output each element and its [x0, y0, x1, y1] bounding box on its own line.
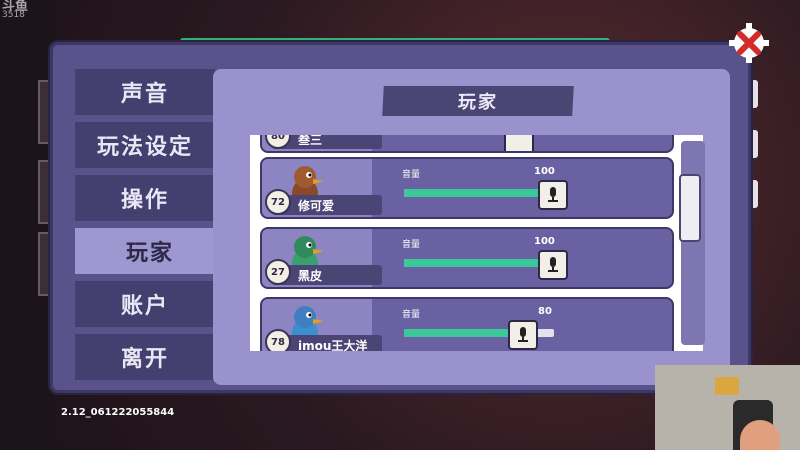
- content-title: 玩家: [382, 86, 574, 116]
- menu-label: 玩家: [125, 241, 174, 266]
- list-scrollbar-track[interactable]: [681, 141, 705, 345]
- volume-label: 音量: [402, 310, 421, 320]
- menu-label: 账户: [120, 294, 169, 319]
- volume-label: 音量: [402, 170, 421, 180]
- level-badge: 72: [265, 189, 291, 215]
- mic-button[interactable]: [504, 135, 534, 151]
- mic-button[interactable]: [508, 320, 538, 350]
- menu-controls[interactable]: 操作: [75, 175, 215, 221]
- player-row-partial: 80 叁三: [260, 135, 674, 153]
- mic-button[interactable]: [538, 250, 568, 280]
- volume-fill: [404, 259, 554, 267]
- level-badge: 78: [265, 329, 291, 351]
- close-settings-icon[interactable]: [728, 22, 770, 64]
- menu-account[interactable]: 账户: [75, 281, 215, 327]
- level-badge: 27: [265, 259, 291, 285]
- player-name: 叁三: [298, 135, 323, 147]
- volume-value: 80: [538, 306, 552, 317]
- player-row: 72 修可爱 音量 100: [260, 157, 674, 219]
- microphone-icon: [548, 187, 558, 202]
- player-row: 27 黑皮 音量 100: [260, 227, 674, 289]
- list-scrollbar-thumb[interactable]: [679, 174, 701, 242]
- player-row: 78 imou王大洋 音量 80: [260, 297, 674, 351]
- volume-slider[interactable]: [404, 259, 554, 267]
- stream-watermark: 斗鱼 3518: [2, 0, 29, 20]
- player-name: 修可爱: [298, 199, 335, 213]
- left-hud-strip: [0, 0, 62, 450]
- player-name: imou王大洋: [298, 339, 368, 351]
- volume-value: 100: [534, 166, 555, 177]
- webcam-overlay: [655, 365, 800, 450]
- volume-value: 100: [534, 236, 555, 247]
- mic-button[interactable]: [538, 180, 568, 210]
- menu-label: 离开: [120, 347, 169, 372]
- menu-label: 操作: [120, 188, 169, 213]
- menu-sound[interactable]: 声音: [75, 69, 215, 115]
- volume-fill: [404, 189, 554, 197]
- version-label: 2.12_061222055844: [61, 407, 175, 418]
- menu-gameplay[interactable]: 玩法设定: [75, 122, 215, 168]
- player-name: 黑皮: [298, 269, 323, 283]
- microphone-icon: [548, 257, 558, 272]
- volume-slider[interactable]: [404, 189, 554, 197]
- content-title-text: 玩家: [457, 92, 499, 113]
- menu-label: 声音: [120, 82, 169, 107]
- volume-label: 音量: [402, 240, 421, 250]
- players-content: 玩家 80 叁三 72 修可爱 音量 100 27 黑皮 音量 100 78 i…: [213, 69, 730, 385]
- person: [740, 420, 780, 450]
- menu-players[interactable]: 玩家: [75, 228, 225, 274]
- menu-leave[interactable]: 离开: [75, 334, 215, 380]
- volume-fill: [404, 329, 524, 337]
- microphone-icon: [518, 327, 528, 342]
- player-list[interactable]: 80 叁三 72 修可爱 音量 100 27 黑皮 音量 100 78 imou…: [250, 135, 703, 351]
- menu-label: 玩法设定: [96, 135, 193, 160]
- settings-panel: 声音 玩法设定 操作 玩家 账户 离开 玩家 80 叁三 72 修可爱 音量 1…: [50, 42, 751, 418]
